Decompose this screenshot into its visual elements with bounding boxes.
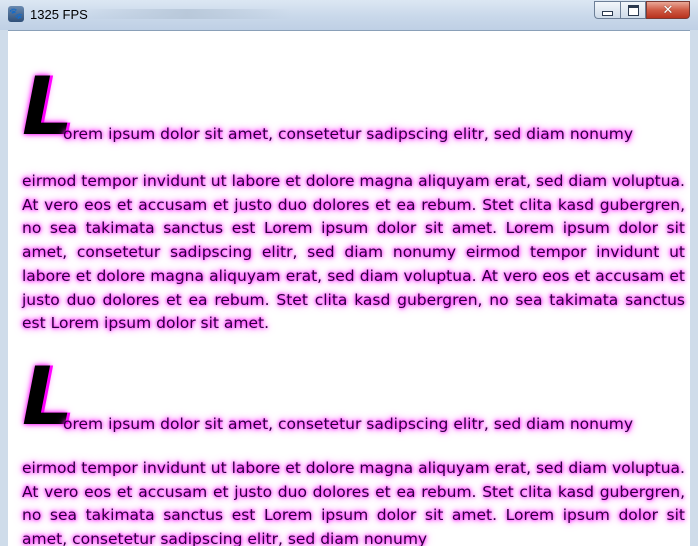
maximize-icon: [627, 4, 639, 16]
paragraph-2-body: eirmod tempor invidunt ut labore et dolo…: [22, 457, 685, 546]
title-bar[interactable]: 🐾 1325 FPS ✕: [0, 0, 698, 30]
app-window: 🐾 1325 FPS ✕ L orem ipsum dolor sit amet…: [0, 0, 698, 546]
window-controls: ✕: [594, 1, 690, 21]
window-title: 1325 FPS: [30, 7, 88, 22]
close-icon: ✕: [662, 2, 674, 18]
paragraph-body-text: eirmod tempor invidunt ut labore et dolo…: [22, 172, 685, 333]
paragraph-1-heading: L orem ipsum dolor sit amet, consetetur …: [22, 61, 685, 147]
maximize-button[interactable]: [620, 1, 646, 19]
minimize-button[interactable]: [594, 1, 620, 19]
client-area[interactable]: L orem ipsum dolor sit amet, consetetur …: [8, 30, 690, 546]
title-ghost-text: [82, 9, 292, 19]
paragraph-1-body: eirmod tempor invidunt ut labore et dolo…: [22, 170, 685, 336]
close-button[interactable]: ✕: [646, 1, 690, 19]
paragraph-2-heading: L orem ipsum dolor sit amet, consetetur …: [22, 351, 685, 437]
minimize-icon: [602, 10, 613, 16]
paragraph-first-line: orem ipsum dolor sit amet, consetetur sa…: [63, 415, 634, 433]
app-icon[interactable]: 🐾: [8, 6, 24, 22]
paragraph-body-text: eirmod tempor invidunt ut labore et dolo…: [22, 459, 685, 546]
paragraph-first-line: orem ipsum dolor sit amet, consetetur sa…: [63, 125, 634, 143]
